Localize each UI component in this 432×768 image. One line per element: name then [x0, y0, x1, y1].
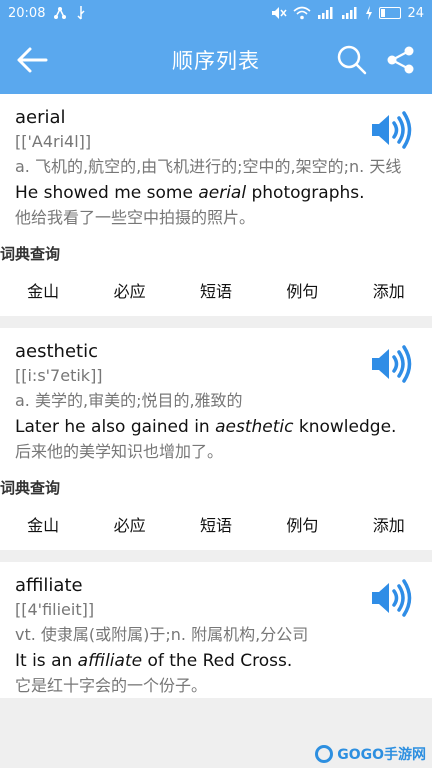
app-bar: 顺序列表 — [0, 26, 432, 94]
example-button[interactable]: 例句 — [259, 512, 345, 536]
phrase-button[interactable]: 短语 — [173, 278, 259, 302]
app-actions — [336, 44, 432, 76]
word-card-body: aesthetic [[i:s'7etik]] a. 美学的,审美的;悦目的,雅… — [0, 340, 432, 464]
speaker-icon — [372, 111, 412, 149]
word-title: aesthetic — [15, 341, 98, 362]
usb-icon — [75, 6, 87, 20]
add-button[interactable]: 添加 — [346, 512, 432, 536]
status-bar: 20:08 24 — [0, 0, 432, 26]
status-time: 20:08 — [8, 5, 46, 21]
word-meaning: vt. 使隶属(或附属)于;n. 附属机构,分公司 — [15, 625, 309, 644]
dict-actions: 金山 必应 短语 例句 添加 — [0, 264, 432, 316]
battery-level: 24 — [407, 5, 424, 21]
dict-actions: 金山 必应 短语 例句 添加 — [0, 498, 432, 550]
mute-icon — [271, 6, 288, 20]
charging-icon — [365, 6, 373, 20]
word-phonetic: [['A4ri4l]] — [15, 132, 92, 151]
word-card-body: aerial [['A4ri4l]] a. 飞机的,航空的,由飞机进行的;空中的… — [0, 106, 432, 230]
signal-icon-1 — [317, 6, 335, 20]
speaker-icon — [372, 579, 412, 617]
word-list: aerial [['A4ri4l]] a. 飞机的,航空的,由飞机进行的;空中的… — [0, 94, 432, 698]
sentence-part: photographs. — [246, 183, 365, 203]
battery-icon — [379, 7, 402, 19]
watermark-logo: GOGO手游网 — [315, 744, 426, 764]
share-status-icon — [53, 6, 67, 20]
phrase-button[interactable]: 短语 — [173, 512, 259, 536]
example-sentence-cn: 它是红十字会的一个份子。 — [15, 676, 208, 695]
word-card: aerial [['A4ri4l]] a. 飞机的,航空的,由飞机进行的;空中的… — [0, 94, 432, 316]
biying-button[interactable]: 必应 — [87, 278, 173, 302]
status-right: 24 — [271, 6, 424, 21]
dict-lookup-label: 词典查询 — [0, 245, 61, 263]
word-phonetic: [[4'filieit]] — [15, 600, 95, 619]
word-card: affiliate [[4'filieit]] vt. 使隶属(或附属)于;n.… — [0, 562, 432, 698]
sentence-keyword: aesthetic — [215, 417, 294, 437]
word-title: affiliate — [15, 575, 83, 596]
sentence-part: He showed me some — [15, 183, 199, 203]
pronounce-button[interactable] — [370, 344, 414, 384]
signal-icon-2 — [341, 6, 359, 20]
back-arrow-icon — [17, 47, 48, 73]
wifi-icon — [293, 6, 311, 20]
word-card-body: affiliate [[4'filieit]] vt. 使隶属(或附属)于;n.… — [0, 574, 432, 698]
example-sentence-en: Later he also gained in aesthetic knowle… — [15, 415, 417, 440]
example-sentence-en: It is an affiliate of the Red Cross. — [15, 649, 417, 674]
share-icon — [387, 46, 414, 74]
speaker-icon — [372, 345, 412, 383]
example-button[interactable]: 例句 — [259, 278, 345, 302]
search-icon — [337, 45, 367, 75]
jinshan-button[interactable]: 金山 — [0, 278, 86, 302]
sentence-part: Later he also gained in — [15, 417, 216, 437]
search-button[interactable] — [336, 44, 368, 76]
share-button[interactable] — [386, 45, 416, 75]
example-sentence-en: He showed me some aerial photographs. — [15, 181, 417, 206]
pronounce-button[interactable] — [370, 578, 414, 618]
sentence-part: It is an — [15, 651, 78, 671]
dict-lookup-label: 词典查询 — [0, 479, 61, 497]
sentence-part: of the Red Cross. — [142, 651, 293, 671]
add-button[interactable]: 添加 — [346, 278, 432, 302]
sentence-keyword: aerial — [198, 183, 247, 203]
word-title: aerial — [15, 107, 66, 128]
sentence-keyword: affiliate — [77, 651, 143, 671]
word-meaning: a. 飞机的,航空的,由飞机进行的;空中的,架空的;n. 天线 — [15, 157, 402, 176]
word-card: aesthetic [[i:s'7etik]] a. 美学的,审美的;悦目的,雅… — [0, 328, 432, 550]
back-button[interactable] — [0, 26, 64, 94]
watermark-circle-icon — [315, 745, 334, 763]
word-phonetic: [[i:s'7etik]] — [15, 366, 103, 385]
word-meaning: a. 美学的,审美的;悦目的,雅致的 — [15, 391, 243, 410]
sentence-part: knowledge. — [293, 417, 397, 437]
pronounce-button[interactable] — [370, 110, 414, 150]
biying-button[interactable]: 必应 — [87, 512, 173, 536]
status-left: 20:08 — [8, 6, 87, 21]
example-sentence-cn: 后来他的美学知识也增加了。 — [15, 442, 224, 461]
example-sentence-cn: 他给我看了一些空中拍摄的照片。 — [15, 208, 256, 227]
jinshan-button[interactable]: 金山 — [0, 512, 86, 536]
watermark-text: GOGO手游网 — [337, 747, 426, 763]
